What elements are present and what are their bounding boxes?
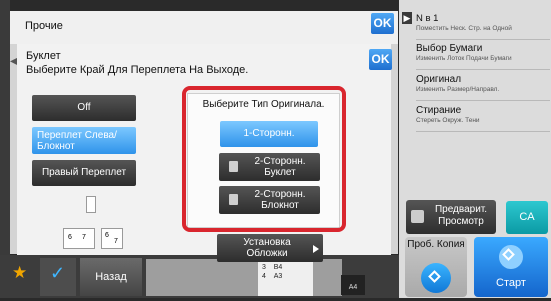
side-item-paper-select[interactable]: Выбор Бумаги Изменить Лоток Подачи Бумаг… bbox=[416, 43, 550, 70]
left-edge bbox=[0, 0, 10, 298]
side-item-subtitle: Поместить Неск. Стр. на Одной bbox=[416, 25, 512, 32]
paper-size-indicator: A4 bbox=[341, 275, 365, 295]
booklet-title: Буклет bbox=[26, 50, 61, 62]
document-icon bbox=[86, 196, 96, 213]
side-item-title: Оригинал bbox=[416, 74, 462, 85]
check-icon: ✓ bbox=[50, 263, 66, 283]
proof-copy-button[interactable]: Проб. Копия bbox=[405, 237, 467, 297]
cover-setting-label: Установка Обложки bbox=[243, 237, 291, 259]
start-button[interactable]: Старт bbox=[474, 237, 548, 297]
side-item-title: Выбор Бумаги bbox=[416, 43, 483, 54]
proof-copy-icon bbox=[421, 263, 451, 293]
paper-row: 3 B4 bbox=[262, 264, 283, 271]
expand-arrow-icon[interactable]: ▶ bbox=[402, 12, 412, 24]
preview-button-label: Предварит. Просмотр bbox=[434, 204, 488, 227]
side-item-subtitle: Изменить Лоток Подачи Бумаги bbox=[416, 55, 512, 62]
clear-all-button[interactable]: CA bbox=[506, 201, 548, 234]
side-item-subtitle: Стереть Окруж. Тени bbox=[416, 117, 480, 124]
start-icon bbox=[499, 245, 523, 269]
side-item-erase[interactable]: Стирание Стереть Окруж. Тени bbox=[416, 105, 550, 132]
side-item-n-in-1[interactable]: N в 1 Поместить Неск. Стр. на Одной bbox=[416, 13, 550, 40]
side-item-subtitle: Изменить Размер/Направл. bbox=[416, 86, 500, 93]
star-icon[interactable]: ★ bbox=[12, 263, 27, 283]
preview-icon bbox=[411, 210, 424, 223]
paper-row: 4 A3 bbox=[262, 273, 283, 280]
booklet-preview-left: 6 7 bbox=[63, 228, 95, 249]
dialog-title: Прочие bbox=[25, 20, 63, 32]
other-functions-dialog: Прочие bbox=[10, 11, 398, 44]
arrow-right-icon bbox=[313, 245, 319, 253]
preview-button[interactable]: Предварит. Просмотр bbox=[406, 200, 496, 234]
binding-right-button[interactable]: Правый Переплет bbox=[32, 160, 136, 186]
booklet-ok-button[interactable]: OK bbox=[369, 49, 392, 70]
highlight-frame bbox=[182, 86, 346, 232]
booklet-instruction: Выберите Край Для Переплета На Выходе. bbox=[26, 64, 249, 76]
booklet-preview-right: 6 7 bbox=[101, 228, 123, 249]
binding-left-button[interactable]: Переплет Слева/ Блокнот bbox=[32, 127, 136, 154]
ok-button[interactable]: OK bbox=[371, 13, 394, 34]
proof-copy-label: Проб. Копия bbox=[407, 239, 465, 250]
side-item-original[interactable]: Оригинал Изменить Размер/Направл. bbox=[416, 74, 550, 101]
side-item-title: Стирание bbox=[416, 105, 462, 116]
back-button[interactable]: Назад bbox=[80, 258, 142, 296]
paper-tray-info: 3 B4 4 A3 bbox=[258, 262, 313, 296]
start-button-label: Старт bbox=[496, 277, 526, 289]
side-item-title: N в 1 bbox=[416, 13, 439, 24]
binding-off-button[interactable]: Off bbox=[32, 95, 136, 121]
cover-setting-button[interactable]: Установка Обложки bbox=[217, 234, 323, 262]
